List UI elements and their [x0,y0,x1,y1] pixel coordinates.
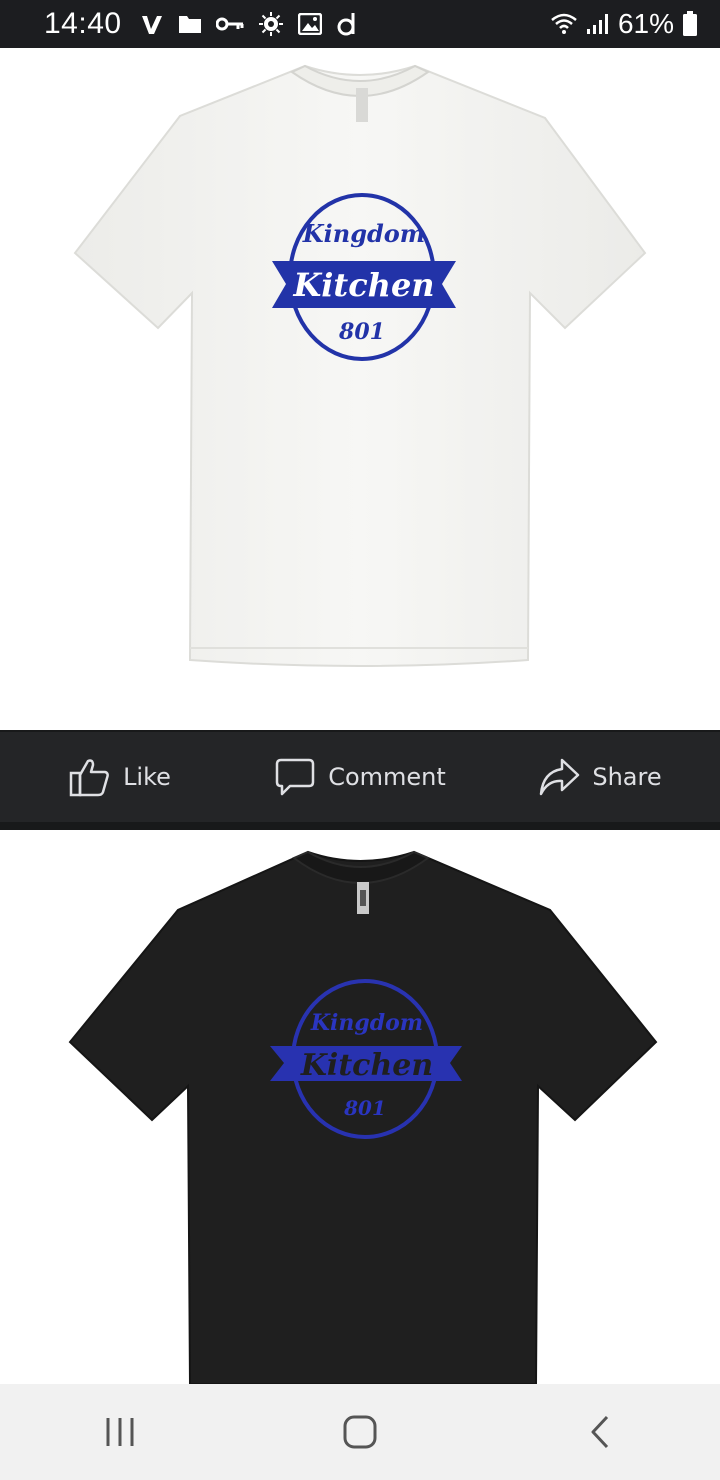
logo-line3: 801 [338,319,385,345]
battery-icon [682,11,698,37]
share-label: Share [592,763,662,791]
home-icon [342,1414,378,1450]
system-nav-bar [0,1384,720,1480]
comment-label: Comment [328,763,446,791]
comment-button[interactable]: Comment [240,732,480,822]
like-label: Like [123,763,171,791]
white-tshirt-image: Kingdom Kitchen 801 [73,64,647,667]
home-button[interactable] [300,1384,420,1480]
share-icon [538,757,580,797]
notification-icons [140,11,358,37]
post-action-bar: Like Comment Share [0,730,720,830]
comment-icon [274,757,316,797]
wifi-icon [550,13,578,35]
logo-line2-black: Kitchen [300,1048,433,1083]
app-d-icon [336,11,358,37]
key-icon [215,16,244,32]
settings-icon [258,11,284,37]
status-bar: 14:40 61% [0,0,720,48]
recents-button[interactable] [60,1384,180,1480]
back-icon [588,1415,612,1449]
logo-line3-black: 801 [343,1096,386,1120]
image-icon [297,13,322,35]
logo-line2: Kitchen [292,266,434,304]
vimeo-icon [140,12,164,36]
shirt-photo-black[interactable]: Kingdom Kitchen 801 [0,830,720,1384]
like-button[interactable]: Like [0,732,240,822]
logo-line1-black: Kingdom [310,1010,423,1036]
folder-icon [178,13,202,35]
battery-percent: 61% [617,8,674,39]
recents-icon [104,1416,136,1448]
system-status: 61% [550,8,698,40]
logo-line1: Kingdom [302,219,425,248]
share-button[interactable]: Share [480,732,720,822]
status-time: 14:40 [44,7,122,40]
shirt-photo-white[interactable]: Kingdom Kitchen 801 [0,48,720,730]
back-button[interactable] [540,1384,660,1480]
signal-icon [586,13,610,35]
black-tshirt-image: Kingdom Kitchen 801 [68,850,658,1384]
thumbs-up-icon [69,757,111,797]
